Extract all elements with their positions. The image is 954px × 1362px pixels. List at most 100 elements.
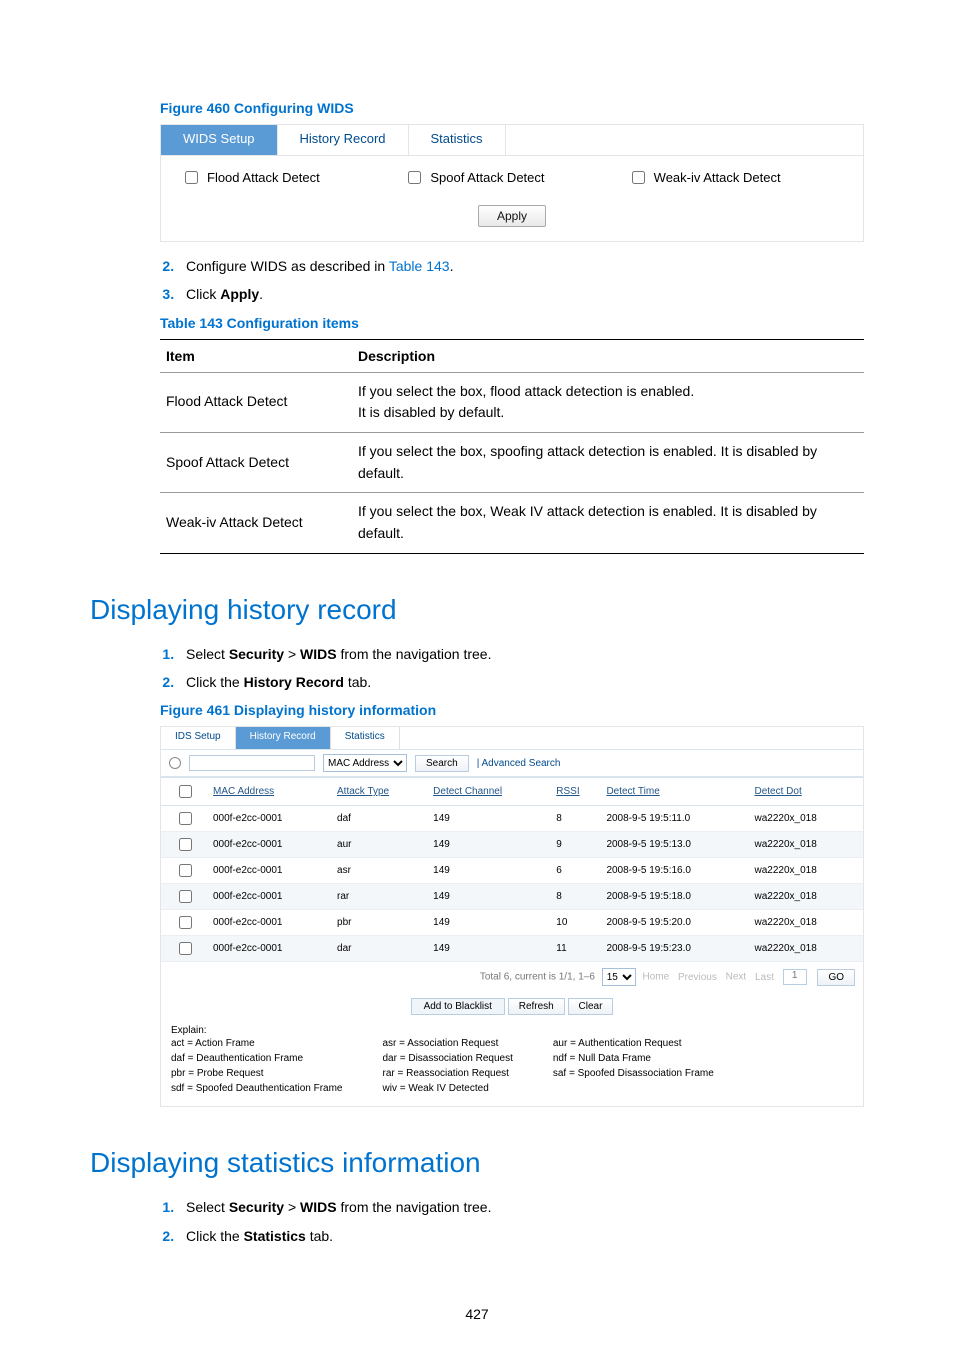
row-checkbox[interactable]	[179, 864, 192, 877]
weakiv-label: Weak-iv Attack Detect	[654, 170, 781, 185]
select-all-checkbox[interactable]	[179, 785, 192, 798]
cell-mac: 000f-e2cc-0001	[209, 910, 333, 936]
link-table-143[interactable]: Table 143	[389, 258, 450, 274]
cell-dot: wa2220x_018	[750, 884, 863, 910]
cell-atk: asr	[333, 858, 429, 884]
cell-rssi: 8	[552, 806, 602, 832]
flood-label: Flood Attack Detect	[207, 170, 320, 185]
cell-rssi: 10	[552, 910, 602, 936]
col-channel[interactable]: Detect Channel	[429, 778, 552, 806]
table-row: Spoof Attack DetectIf you select the box…	[160, 432, 864, 492]
page-size-select[interactable]: 15	[602, 968, 636, 986]
pager-prev: Previous	[678, 972, 717, 983]
cell-mac: 000f-e2cc-0001	[209, 832, 333, 858]
cell-time: 2008-9-5 19:5:16.0	[602, 858, 750, 884]
figure-460: WIDS Setup History Record Statistics Flo…	[160, 124, 864, 242]
flood-checkbox[interactable]	[185, 171, 198, 184]
figure-461: IDS Setup History Record Statistics MAC …	[160, 726, 864, 1107]
steps-statistics: Select Security > WIDS from the navigati…	[160, 1197, 864, 1246]
cell-atk: daf	[333, 806, 429, 832]
pager: Total 6, current is 1/1, 1–6 15 Home Pre…	[161, 962, 863, 992]
cell-item: Spoof Attack Detect	[160, 432, 352, 492]
cell-ch: 149	[429, 832, 552, 858]
search-input[interactable]	[189, 755, 315, 771]
th-item: Item	[160, 339, 352, 372]
heading-statistics: Displaying statistics information	[90, 1147, 864, 1179]
pager-last: Last	[755, 972, 774, 983]
advanced-search-link[interactable]: | Advanced Search	[477, 758, 561, 769]
history-row: 000f-e2cc-0001aur14992008-9-5 19:5:13.0w…	[161, 832, 863, 858]
explain-col: act = Action Framedaf = Deauthentication…	[171, 1036, 343, 1096]
history-row: 000f-e2cc-0001asr14962008-9-5 19:5:16.0w…	[161, 858, 863, 884]
cell-item: Flood Attack Detect	[160, 372, 352, 432]
history-step-1: Select Security > WIDS from the navigati…	[178, 644, 864, 664]
tab-history-record[interactable]: History Record	[278, 125, 409, 155]
cell-atk: rar	[333, 884, 429, 910]
cell-mac: 000f-e2cc-0001	[209, 936, 333, 962]
tab-ids-setup[interactable]: IDS Setup	[161, 727, 236, 749]
clear-button[interactable]: Clear	[568, 998, 614, 1015]
steps-configure: Configure WIDS as described in Table 143…	[160, 256, 864, 305]
cell-mac: 000f-e2cc-0001	[209, 884, 333, 910]
go-button[interactable]: GO	[817, 969, 855, 986]
cell-dot: wa2220x_018	[750, 858, 863, 884]
figure-460-caption: Figure 460 Configuring WIDS	[160, 100, 864, 116]
history-row: 000f-e2cc-0001rar14982008-9-5 19:5:18.0w…	[161, 884, 863, 910]
cell-time: 2008-9-5 19:5:18.0	[602, 884, 750, 910]
col-time[interactable]: Detect Time	[602, 778, 750, 806]
history-row: 000f-e2cc-0001pbr149102008-9-5 19:5:20.0…	[161, 910, 863, 936]
cell-ch: 149	[429, 858, 552, 884]
cell-dot: wa2220x_018	[750, 936, 863, 962]
cell-desc: If you select the box, spoofing attack d…	[352, 432, 864, 492]
row-checkbox[interactable]	[179, 942, 192, 955]
spoof-checkbox[interactable]	[408, 171, 421, 184]
row-checkbox[interactable]	[179, 890, 192, 903]
weakiv-checkbox[interactable]	[632, 171, 645, 184]
cell-atk: aur	[333, 832, 429, 858]
row-checkbox[interactable]	[179, 916, 192, 929]
cell-ch: 149	[429, 910, 552, 936]
cell-atk: dar	[333, 936, 429, 962]
check-spoof-attack[interactable]: Spoof Attack Detect	[404, 168, 627, 187]
history-row: 000f-e2cc-0001daf14982008-9-5 19:5:11.0w…	[161, 806, 863, 832]
history-step-2: Click the History Record tab.	[178, 672, 864, 692]
cell-time: 2008-9-5 19:5:20.0	[602, 910, 750, 936]
fig461-tabbar: IDS Setup History Record Statistics	[161, 727, 863, 749]
cell-desc: If you select the box, flood attack dete…	[352, 372, 864, 432]
refresh-button[interactable]: Refresh	[508, 998, 565, 1015]
step-3: Click Apply.	[178, 284, 864, 304]
apply-button[interactable]: Apply	[478, 205, 546, 227]
cell-ch: 149	[429, 806, 552, 832]
col-rssi[interactable]: RSSI	[552, 778, 602, 806]
tab-statistics-2[interactable]: Statistics	[331, 727, 400, 749]
check-flood-attack[interactable]: Flood Attack Detect	[181, 168, 404, 187]
history-table: MAC Address Attack Type Detect Channel R…	[161, 777, 863, 962]
cell-dot: wa2220x_018	[750, 832, 863, 858]
search-button[interactable]: Search	[415, 755, 469, 772]
explain-legend: Explain: act = Action Framedaf = Deauthe…	[161, 1023, 863, 1106]
search-icon	[169, 757, 181, 769]
cell-dot: wa2220x_018	[750, 910, 863, 936]
tab-statistics[interactable]: Statistics	[409, 125, 506, 155]
table-row: Flood Attack DetectIf you select the box…	[160, 372, 864, 432]
search-bar: MAC Address Search | Advanced Search	[161, 749, 863, 777]
stats-step-2: Click the Statistics tab.	[178, 1226, 864, 1246]
action-buttons: Add to Blacklist Refresh Clear	[161, 992, 863, 1023]
cell-time: 2008-9-5 19:5:11.0	[602, 806, 750, 832]
col-attack-type[interactable]: Attack Type	[333, 778, 429, 806]
row-checkbox[interactable]	[179, 838, 192, 851]
cell-ch: 149	[429, 936, 552, 962]
col-mac[interactable]: MAC Address	[209, 778, 333, 806]
add-to-blacklist-button[interactable]: Add to Blacklist	[411, 998, 505, 1015]
cell-mac: 000f-e2cc-0001	[209, 858, 333, 884]
th-desc: Description	[352, 339, 864, 372]
check-weak-iv-attack[interactable]: Weak-iv Attack Detect	[628, 168, 851, 187]
row-checkbox[interactable]	[179, 812, 192, 825]
tab-wids-setup[interactable]: WIDS Setup	[161, 125, 278, 155]
cell-ch: 149	[429, 884, 552, 910]
col-dot[interactable]: Detect Dot	[750, 778, 863, 806]
tab-history-record-2[interactable]: History Record	[236, 727, 331, 749]
page-number-input[interactable]: 1	[783, 969, 807, 985]
search-field-select[interactable]: MAC Address	[323, 754, 407, 772]
pager-next: Next	[726, 972, 747, 983]
